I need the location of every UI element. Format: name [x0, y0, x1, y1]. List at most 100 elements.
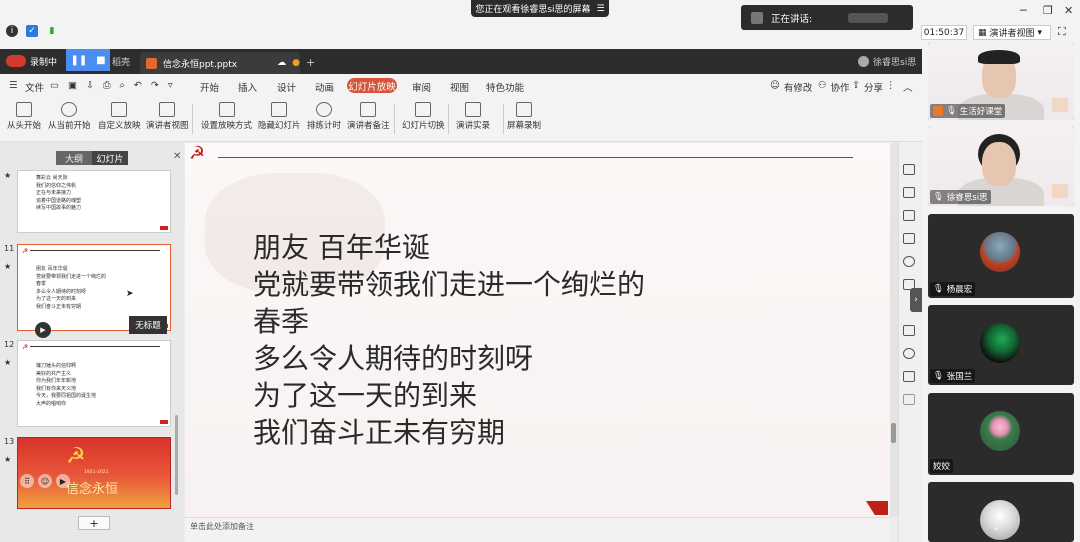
tab-slides[interactable]: 幻灯片	[92, 151, 128, 165]
location-icon[interactable]	[903, 256, 915, 267]
comment-icon[interactable]: ☺	[38, 474, 52, 488]
thumb-line: 续写中国故事的魅力	[36, 205, 82, 211]
preview-icon[interactable]: ⌕	[120, 80, 125, 91]
host-icon	[933, 106, 943, 116]
print-icon[interactable]: ⎙	[103, 80, 111, 91]
thumb-line: 正在与未来接力	[36, 190, 72, 196]
scroll-thumb[interactable]	[891, 423, 896, 443]
speaker-notes-field[interactable]: 单击此处添加备注	[185, 517, 890, 542]
customize-icon[interactable]: ▿	[168, 80, 173, 91]
play-icon[interactable]: ▶	[56, 474, 70, 488]
participant-name: 🎙︎ 杨晨宏	[930, 282, 976, 296]
stop-icon[interactable]: ■	[96, 55, 105, 66]
grid-icon[interactable]: ⠿	[20, 474, 34, 488]
speaking-label: 正在讲话:	[771, 13, 813, 25]
thumbnail-scrollbar[interactable]	[175, 415, 178, 495]
speaker-notes-button[interactable]: 演讲者备注	[347, 102, 390, 131]
menu-file[interactable]: 文件	[25, 80, 44, 94]
collaborate-button[interactable]: ⚇ 协作	[818, 80, 850, 94]
folder-icon[interactable]: ▭	[50, 80, 59, 91]
slide-transition-button[interactable]: 幻灯片切换	[402, 102, 445, 131]
info-icon[interactable]: i	[6, 25, 18, 37]
image-icon[interactable]	[903, 371, 915, 382]
fill-icon[interactable]	[903, 210, 915, 221]
ribbon-divider	[448, 104, 449, 134]
share-button[interactable]: ⇪ 分享	[852, 80, 883, 94]
participant-tile[interactable]: 🎙︎ 张国兰	[928, 305, 1074, 385]
speech-record-button[interactable]: 演讲实录	[456, 102, 490, 131]
rehearse-timing-button[interactable]: 排练计时	[307, 102, 341, 131]
presenter-view-dropdown[interactable]: ▦ 演讲者视图 ▾	[973, 25, 1051, 40]
redo-icon[interactable]: ↷	[151, 80, 159, 91]
tab-daoke[interactable]: 稻壳	[112, 55, 130, 68]
undo-icon[interactable]: ↶	[134, 80, 142, 91]
play-from-current-button[interactable]: 从当前开始	[48, 102, 91, 131]
menu-features[interactable]: 特色功能	[486, 80, 524, 94]
presenter-view-button[interactable]: 演讲者视图	[146, 102, 189, 131]
slide-thumbnail-13[interactable]: ☭ 1921-2021 信念永恒 ⠿ ☺ ▶	[17, 437, 171, 509]
thumb-title: 信念永恒	[66, 482, 119, 497]
slide-thumbnail-12[interactable]: ☭ 镰刀锤头的信仰啊 美好的共产主义 你为我们年年新地 我们有你来天义地 今天，…	[17, 340, 171, 427]
slide-star-icon: ★	[4, 455, 12, 464]
screen-record-button[interactable]: 屏幕录制	[507, 102, 541, 131]
menu-insert[interactable]: 插入	[238, 80, 257, 94]
participant-tile[interactable]: 🎙︎ 杨晨宏	[928, 214, 1074, 298]
menu-view[interactable]: 视图	[450, 80, 469, 94]
more-icon[interactable]: ⋮	[886, 80, 896, 91]
custom-show-button[interactable]: 自定义放映	[98, 102, 141, 131]
export-icon[interactable]: ⇩	[86, 80, 94, 91]
save-icon[interactable]: ▣	[68, 80, 77, 91]
pause-icon[interactable]: ❚❚	[70, 55, 87, 66]
new-tab-button[interactable]: +	[306, 56, 315, 69]
participant-tile[interactable]: 🎙︎ 生活好课堂	[928, 42, 1074, 120]
slide-transition-label: 幻灯片切换	[402, 121, 445, 131]
corner-flag	[866, 501, 888, 515]
restore-icon[interactable]: ❐	[1043, 4, 1053, 17]
slide-scrollbar[interactable]	[890, 143, 898, 517]
history-icon[interactable]	[903, 348, 915, 359]
signal-icon[interactable]: ▮	[46, 25, 58, 37]
collapse-ribbon-icon[interactable]: ︿	[903, 80, 913, 94]
chart-icon[interactable]	[903, 233, 915, 244]
menu-animation[interactable]: 动画	[315, 80, 334, 94]
participant-tile[interactable]: 姣姣	[928, 393, 1074, 475]
participant-tile[interactable]: 🎙︎ 徐睿思si思	[928, 126, 1074, 206]
shield-icon[interactable]: ✓	[26, 25, 38, 37]
cube-icon[interactable]	[903, 394, 915, 405]
slide-thumbnail-10[interactable]: 舞彩云 尚天际 我们的信仰之伟帆 正在与未来接力 追着中国道路的魂塑 续写中国故…	[17, 170, 171, 233]
setup-show-button[interactable]: 设置放映方式	[201, 102, 252, 131]
add-slide-button[interactable]: +	[78, 516, 110, 530]
tab-document[interactable]: 信念永恒ppt.pptx ☁ ●	[140, 52, 300, 74]
recording-indicator: 录制中	[6, 52, 57, 70]
slide-tooltip: 无标题	[129, 316, 167, 334]
participant-tile[interactable]: ⌄	[928, 482, 1074, 542]
tab-outline[interactable]: 大纲	[56, 151, 92, 165]
hide-slide-button[interactable]: 隐藏幻灯片	[258, 102, 301, 131]
settings-icon[interactable]	[903, 325, 915, 336]
close-pane-icon[interactable]: ✕	[173, 151, 181, 162]
slide-number: 11	[4, 244, 15, 253]
background-badge	[1052, 98, 1068, 112]
watching-banner[interactable]: 您正在观看徐睿思si思的屏幕 ☰	[471, 0, 609, 17]
party-emblem-icon: ☭	[22, 343, 29, 351]
play-from-start-button[interactable]: 从头开始	[7, 102, 41, 131]
collapse-panel-icon[interactable]: ›	[910, 288, 922, 312]
play-slide-icon[interactable]: ▶	[35, 322, 51, 338]
meeting-status-icons: i ✓ ▮	[6, 25, 58, 37]
fullscreen-icon[interactable]: ⛶	[1058, 25, 1066, 39]
menu-home[interactable]: 开始	[200, 80, 219, 94]
slide-body-text[interactable]: 朋友 百年华诞 党就要带领我们走进一个绚烂的 春季 多么令人期待的时刻呀 为了这…	[253, 229, 645, 451]
copy-icon[interactable]	[903, 164, 915, 175]
close-icon[interactable]: ✕	[1064, 4, 1073, 17]
menu-slideshow[interactable]: 幻灯片放映	[347, 78, 397, 93]
chevron-down-icon[interactable]: ⌄	[992, 522, 1000, 533]
shapes-icon[interactable]	[903, 187, 915, 198]
changes-button[interactable]: ☺ 有修改	[770, 80, 812, 94]
minimize-icon[interactable]: ─	[1020, 4, 1027, 17]
timer-icon	[316, 102, 332, 117]
menu-review[interactable]: 审阅	[412, 80, 431, 94]
hamburger-icon[interactable]: ☰	[9, 80, 18, 91]
user-account[interactable]: 徐睿思si思	[858, 55, 916, 68]
menu-design[interactable]: 设计	[277, 80, 296, 94]
slide-canvas[interactable]: ☭ 朋友 百年华诞 党就要带领我们走进一个绚烂的 春季 多么令人期待的时刻呀 为…	[185, 143, 890, 517]
